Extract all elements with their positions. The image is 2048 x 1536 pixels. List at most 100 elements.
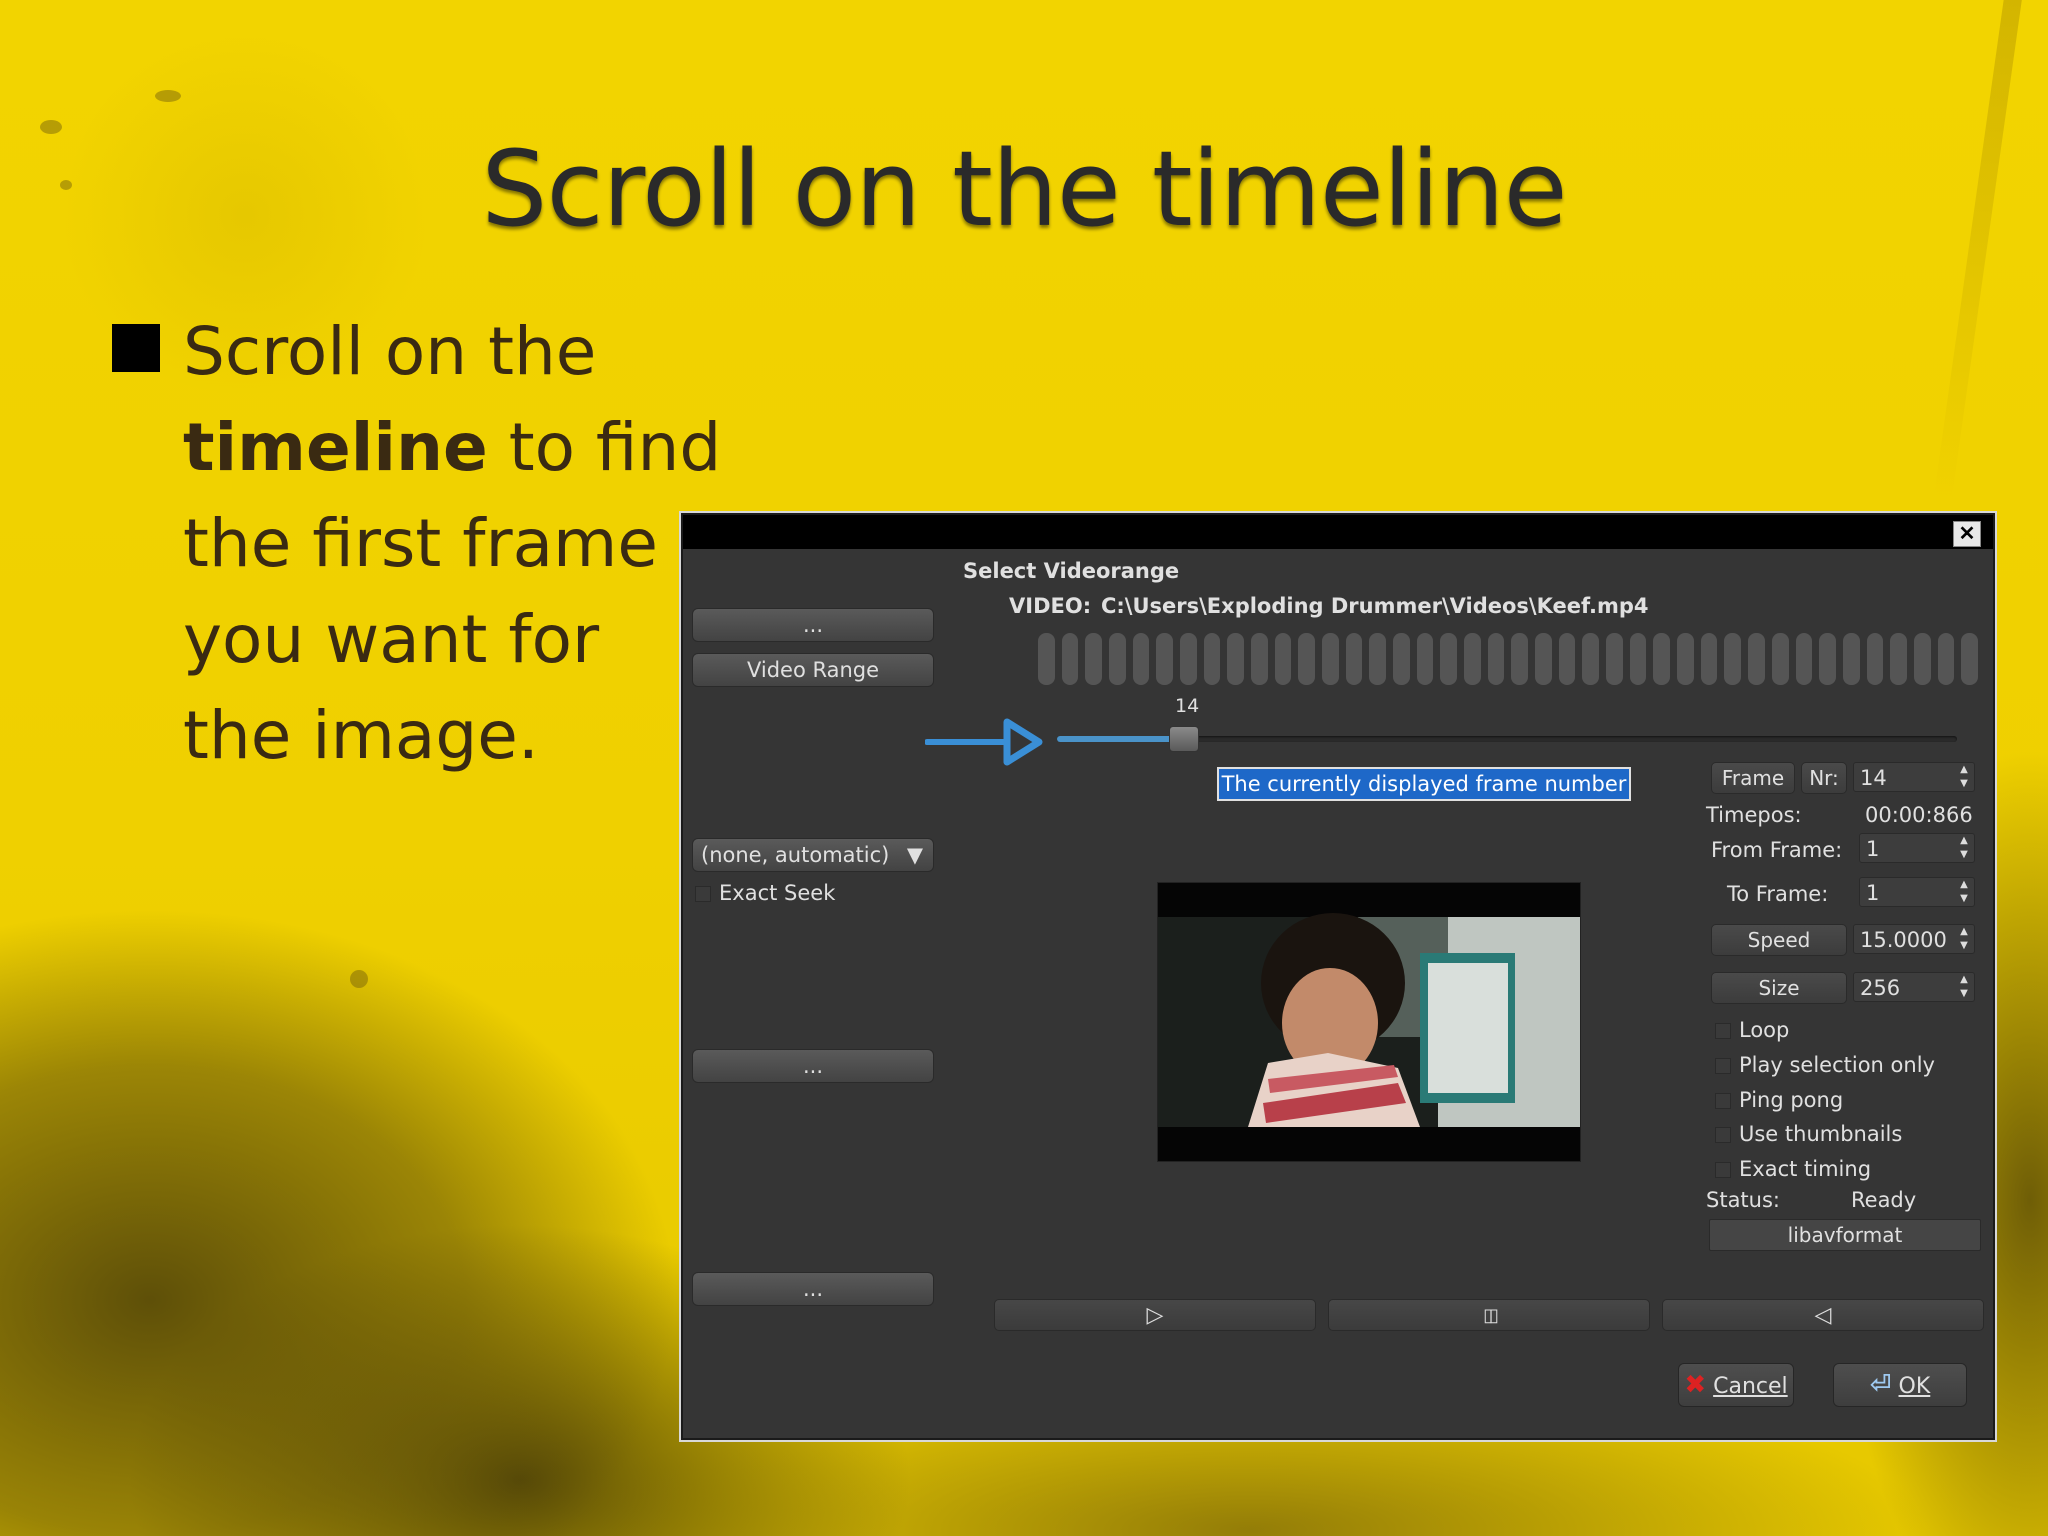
thumbnail (1180, 633, 1197, 685)
spin-arrows-icon[interactable]: ▲ ▼ (1954, 763, 1974, 791)
frame-number-tooltip: The currently displayed frame number (1217, 767, 1631, 801)
status-value: Ready (1851, 1188, 1917, 1212)
thumbnail (1842, 633, 1860, 685)
nr-button[interactable]: Nr: (1801, 762, 1847, 794)
cancel-x-icon: ✖ (1684, 1370, 1707, 1400)
side-button-3[interactable]: ... (692, 1272, 934, 1306)
thumbnail (1511, 633, 1529, 685)
play-button[interactable]: ▷ (994, 1299, 1316, 1331)
status-label: Status: (1706, 1188, 1780, 1212)
play-selection-only-checkbox[interactable] (1715, 1058, 1731, 1074)
thumbnail (1109, 633, 1126, 685)
thumbnail (1795, 633, 1813, 685)
loop-checkbox[interactable] (1715, 1023, 1731, 1039)
timepos-value: 00:00:866 (1865, 803, 1973, 827)
video-path: C:\Users\Exploding Drummer\Videos\Keef.m… (1101, 594, 1649, 618)
timeline-progress (1057, 736, 1183, 742)
video-label: VIDEO: (1009, 594, 1092, 618)
timeline-handle[interactable] (1169, 726, 1199, 752)
ink-splatter (155, 90, 181, 102)
backend-label: libavformat (1709, 1219, 1981, 1251)
spin-arrows-icon[interactable]: ▲ ▼ (1954, 973, 1974, 1001)
thumbnail (1416, 633, 1434, 685)
speed-value: 15.0000 (1860, 928, 1947, 952)
exact-seek-checkbox[interactable] (695, 886, 711, 902)
thumbnail (1274, 633, 1292, 685)
thumbnail (1322, 633, 1339, 685)
thumbnail (1582, 633, 1600, 685)
frame-button[interactable]: Frame (1711, 762, 1795, 794)
spin-arrows-icon[interactable]: ▲ ▼ (1954, 925, 1974, 953)
close-button[interactable]: ✕ (1953, 521, 1981, 547)
thumbnail (1629, 633, 1647, 685)
thumbnail (1464, 633, 1481, 685)
thumbnail (1487, 633, 1505, 685)
thumbnail (1606, 633, 1623, 685)
dialog-heading: Select Videorange (963, 559, 1180, 583)
decoder-select[interactable]: (none, automatic) ▼ (692, 838, 934, 872)
thumbnail (1890, 633, 1907, 685)
bullet-text: Scroll on the timeline to find the first … (183, 304, 723, 784)
speed-button[interactable]: Speed (1711, 924, 1847, 956)
spin-arrows-icon[interactable]: ▲ ▼ (1954, 834, 1974, 862)
thumbnail (1085, 633, 1103, 685)
thumbnail-strip[interactable] (1038, 633, 1978, 685)
thumbnail (1369, 633, 1387, 685)
video-still-image (1158, 913, 1580, 1127)
thumbnail (1771, 633, 1789, 685)
side-button-2[interactable]: ... (692, 1049, 934, 1083)
side-button-1[interactable]: ... (692, 608, 934, 642)
use-thumbnails-checkbox[interactable] (1715, 1127, 1731, 1143)
thumbnail (1700, 633, 1718, 685)
ink-splatter (350, 970, 368, 988)
thumbnail (1440, 633, 1458, 685)
to-frame-field[interactable]: 1 ▲ ▼ (1859, 877, 1975, 907)
chevron-down-icon: ▼ (906, 843, 923, 867)
spin-arrows-icon[interactable]: ▲ ▼ (1954, 878, 1974, 906)
from-frame-field[interactable]: 1 ▲ ▼ (1859, 833, 1975, 863)
thumbnail (1653, 633, 1671, 685)
slide-title: Scroll on the timeline (481, 128, 1567, 250)
enter-arrow-icon: ⏎ (1869, 1370, 1892, 1400)
size-field[interactable]: 256 ▲ ▼ (1853, 972, 1975, 1002)
to-frame-label: To Frame: (1727, 882, 1829, 906)
decoder-select-value: (none, automatic) (701, 843, 890, 867)
bullet-marker (112, 324, 160, 372)
thumbnail (1251, 633, 1268, 685)
thumbnail (1961, 633, 1978, 685)
exact-seek-label: Exact Seek (719, 881, 836, 905)
play-selection-only-label: Play selection only (1739, 1053, 1935, 1077)
ping-pong-label: Ping pong (1739, 1088, 1844, 1112)
pointer-arrow-icon (925, 718, 1043, 766)
exact-timing-checkbox[interactable] (1715, 1162, 1731, 1178)
from-frame-value: 1 (1866, 837, 1880, 861)
cancel-button-label: Cancel (1713, 1374, 1788, 1399)
video-range-button[interactable]: Video Range (692, 653, 934, 687)
thumbnail (1203, 633, 1221, 685)
to-frame-value: 1 (1866, 881, 1880, 905)
current-frame-indicator: 14 (1175, 695, 1200, 717)
thumbnail (1393, 633, 1410, 685)
from-frame-label: From Frame: (1711, 838, 1843, 862)
cancel-button[interactable]: ✖ Cancel (1678, 1363, 1794, 1407)
thumbnail (1913, 633, 1931, 685)
exact-timing-label: Exact timing (1739, 1157, 1872, 1181)
dialog-titlebar: ✕ (683, 515, 1993, 549)
play-reverse-button[interactable]: ◁ (1662, 1299, 1984, 1331)
ok-button[interactable]: ⏎ OK (1833, 1363, 1967, 1407)
thumbnail (1132, 633, 1150, 685)
thumbnail (1819, 633, 1836, 685)
pause-button[interactable]: ▯▯ (1328, 1299, 1650, 1331)
bullet-text-intro: Scroll on the (183, 313, 597, 390)
thumbnail (1866, 633, 1884, 685)
thumbnail (1038, 633, 1055, 685)
ping-pong-checkbox[interactable] (1715, 1093, 1731, 1109)
thumbnail (1677, 633, 1694, 685)
size-value: 256 (1860, 976, 1901, 1000)
thumbnail (1061, 633, 1079, 685)
frame-number-value: 14 (1860, 766, 1887, 790)
frame-number-field[interactable]: 14 ▲ ▼ (1853, 762, 1975, 792)
thumbnail (1298, 633, 1316, 685)
speed-field[interactable]: 15.0000 ▲ ▼ (1853, 924, 1975, 954)
size-button[interactable]: Size (1711, 972, 1847, 1004)
